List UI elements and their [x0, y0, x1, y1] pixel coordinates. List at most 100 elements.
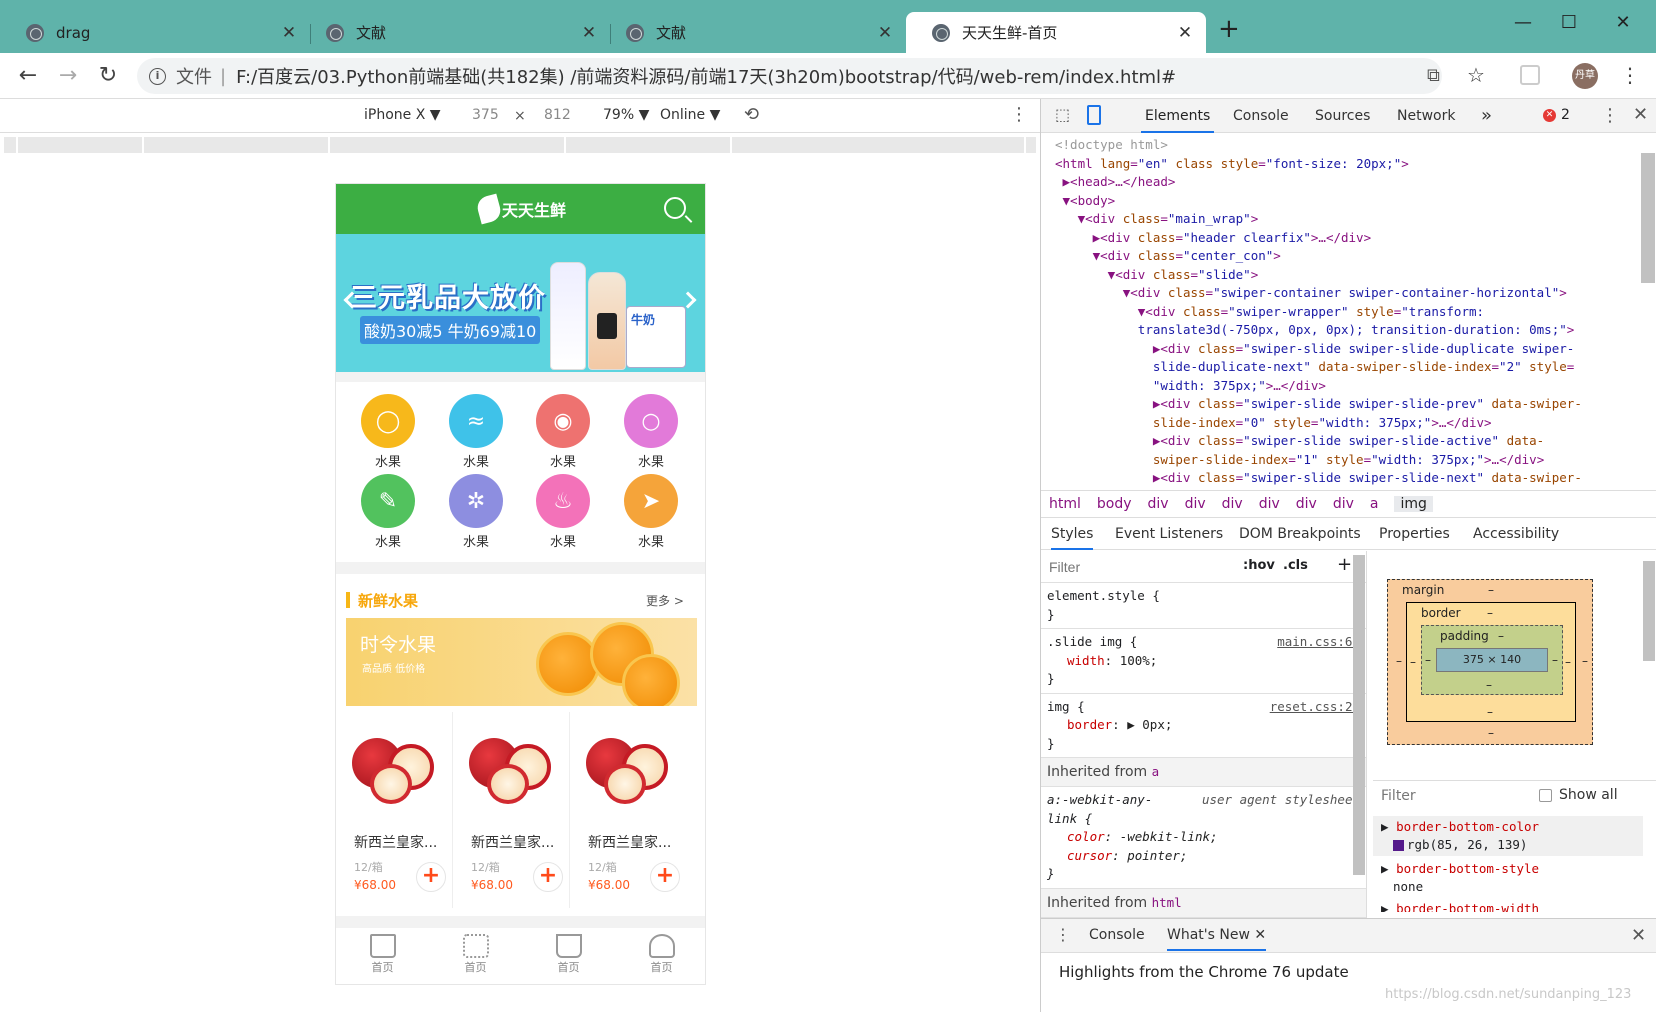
drawer-menu-icon[interactable]: ⋮ [1055, 925, 1071, 944]
subtab-accessibility[interactable]: Accessibility [1473, 519, 1559, 550]
drawer-tab-console[interactable]: Console [1089, 927, 1145, 943]
breadcrumb-item[interactable]: div [1222, 496, 1243, 512]
url-text[interactable]: F:/百度云/03.Python前端基础(共182集) /前端资料源码/前端17… [236, 63, 1176, 89]
product-card[interactable]: 新西兰皇家... 12/箱 ¥68.00 + [570, 712, 687, 908]
error-icon[interactable]: ✕ [1543, 109, 1556, 122]
nav-item-cart[interactable]: 首页 [522, 934, 615, 975]
add-rule-icon[interactable]: + [1337, 554, 1352, 575]
error-count[interactable]: 2 [1561, 107, 1570, 123]
breadcrumb-item[interactable]: div [1333, 496, 1354, 512]
search-icon[interactable] [664, 197, 686, 219]
box-model-border[interactable]: border – – – – padding – – – – 375 × 140 [1406, 602, 1576, 722]
box-model-content[interactable]: 375 × 140 [1436, 648, 1548, 672]
computed-property[interactable]: ▶ border-bottom-style none [1373, 856, 1643, 896]
inherited-element[interactable]: a [1152, 764, 1160, 779]
more-link[interactable]: 更多 > [646, 592, 684, 609]
dom-node-line[interactable]: ▶<div class="swiper-slide swiper-slide-a… [1041, 432, 1641, 451]
hov-toggle[interactable]: :hov [1243, 558, 1275, 573]
category-item[interactable]: ◉ 水果 [519, 394, 607, 470]
inspect-cursor-icon[interactable]: ⬚ [1055, 105, 1070, 124]
prop-value[interactable]: 100%; [1120, 653, 1158, 668]
box-model-margin[interactable]: margin – – – – border – – – – padding – … [1387, 579, 1593, 745]
computed-scrollbar[interactable] [1643, 561, 1655, 661]
product-card[interactable]: 新西兰皇家... 12/箱 ¥68.00 + [336, 712, 453, 908]
subtab-event-listeners[interactable]: Event Listeners [1115, 519, 1223, 550]
dom-node-line[interactable]: slide-duplicate-next" data-swiper-slide-… [1041, 358, 1641, 377]
dom-node-line[interactable]: ▼<div class="slide"> [1041, 266, 1641, 285]
promo-banner[interactable]: 三元乳品大放价 酸奶30减5 牛奶69减10 牛奶 [336, 234, 705, 372]
subtab-dom-breakpoints[interactable]: DOM Breakpoints [1239, 519, 1361, 550]
dom-node-line[interactable]: ▶<div class="swiper-slide swiper-slide-d… [1041, 340, 1641, 359]
computed-property[interactable]: ▶ border-bottom-color rgb(85, 26, 139) [1373, 816, 1643, 856]
ruler-segment[interactable] [566, 137, 732, 153]
avatar[interactable]: 丹草 [1572, 63, 1598, 89]
dom-node-line[interactable]: ▶<head>…</head> [1041, 173, 1641, 192]
height-input[interactable]: 812 [544, 107, 571, 123]
drawer-close-icon[interactable]: ✕ [1631, 925, 1646, 946]
rule-source-link[interactable]: main.css:63 [1277, 633, 1360, 652]
dom-node-line[interactable]: <html lang="en" class style="font-size: … [1041, 155, 1641, 174]
breadcrumb-item[interactable]: html [1049, 496, 1081, 512]
minimize-button[interactable]: — [1500, 8, 1546, 38]
img-rule[interactable]: img { reset.css:23 border: ▶ 0px; } [1041, 694, 1366, 758]
site-logo[interactable]: 天天生鲜 [475, 192, 566, 226]
prop-value[interactable]: ▶ 0px; [1127, 717, 1172, 732]
rotate-icon[interactable]: ⟲ [744, 104, 759, 125]
dom-node-line[interactable]: ▼<div class="main_wrap"> [1041, 210, 1641, 229]
device-mode-icon[interactable] [1087, 105, 1101, 125]
category-item[interactable]: ➤ 水果 [607, 474, 695, 550]
dom-node-line[interactable]: ▶<div class="swiper-slide swiper-slide-n… [1041, 469, 1641, 488]
ruler-segment[interactable] [732, 137, 1026, 153]
bookmark-star-icon[interactable]: ☆ [1467, 63, 1485, 87]
menu-kebab-icon[interactable]: ⋮ [1620, 63, 1640, 87]
tab-console[interactable]: Console [1229, 99, 1293, 133]
seasonal-fruit-banner[interactable]: 时令水果 高品质 低价格 [346, 618, 697, 706]
back-icon[interactable]: ← [13, 61, 43, 91]
breadcrumb-item[interactable]: a [1370, 496, 1379, 512]
dom-node-line[interactable]: "width: 375px;">…</div> [1041, 377, 1641, 396]
tab-wenxian-2[interactable]: 文献 ✕ [600, 12, 906, 53]
box-model-padding[interactable]: padding – – – – 375 × 140 [1421, 625, 1563, 695]
maximize-button[interactable]: ☐ [1546, 8, 1592, 38]
color-swatch[interactable] [1393, 840, 1404, 851]
cls-toggle[interactable]: .cls [1283, 558, 1308, 573]
window-close-button[interactable]: ✕ [1600, 8, 1646, 38]
dom-node-line[interactable]: <!doctype html> [1041, 136, 1641, 155]
category-item[interactable]: ◯ 水果 [344, 394, 432, 470]
nav-item-category[interactable]: 首页 [429, 934, 522, 975]
translate-icon[interactable]: ⧉ [1427, 65, 1440, 86]
close-icon[interactable]: ✕ [1176, 23, 1194, 43]
breadcrumb-item[interactable]: div [1259, 496, 1280, 512]
category-item[interactable]: ✲ 水果 [432, 474, 520, 550]
product-card[interactable]: 新西兰皇家... 12/箱 ¥68.00 + [453, 712, 570, 908]
dom-node-line[interactable]: ▼<div class="swiper-container swiper-con… [1041, 284, 1641, 303]
tab-sources[interactable]: Sources [1311, 99, 1374, 133]
nav-item-user[interactable]: 首页 [615, 934, 705, 975]
category-item[interactable]: ○ 水果 [607, 394, 695, 470]
ruler-segment[interactable] [4, 137, 18, 153]
breadcrumb-item[interactable]: div [1185, 496, 1206, 512]
address-bar[interactable]: i 文件 | F:/百度云/03.Python前端基础(共182集) /前端资料… [137, 58, 1485, 94]
close-icon[interactable]: ✕ [876, 23, 894, 43]
more-tabs-icon[interactable]: » [1477, 99, 1496, 133]
width-input[interactable]: 375 [472, 107, 499, 123]
nav-item-home[interactable]: 首页 [336, 934, 429, 975]
close-icon[interactable]: ✕ [280, 23, 298, 43]
category-item[interactable]: ✎ 水果 [344, 474, 432, 550]
reload-icon[interactable]: ↻ [93, 61, 123, 91]
tab-drag[interactable]: drag ✕ [0, 12, 310, 53]
ua-rule[interactable]: a:-webkit-any- user agent stylesheet lin… [1041, 787, 1366, 889]
breadcrumb-item[interactable]: img [1394, 496, 1433, 512]
prop-name[interactable]: border [1067, 717, 1112, 732]
breadcrumb-item[interactable]: div [1148, 496, 1169, 512]
prop-name[interactable]: width [1067, 653, 1105, 668]
devtools-menu-icon[interactable]: ⋮ [1601, 105, 1619, 126]
breadcrumb-item[interactable]: body [1097, 496, 1132, 512]
network-select[interactable]: Online ▼ [660, 107, 720, 123]
computed-filter-input[interactable]: Filter [1381, 788, 1416, 804]
new-tab-button[interactable]: + [1218, 14, 1240, 44]
info-icon[interactable]: i [149, 67, 166, 85]
styles-scrollbar[interactable] [1353, 555, 1365, 875]
add-to-cart-button[interactable]: + [533, 862, 563, 892]
tab-tiantian-active[interactable]: 天天生鲜-首页 ✕ [906, 12, 1206, 53]
